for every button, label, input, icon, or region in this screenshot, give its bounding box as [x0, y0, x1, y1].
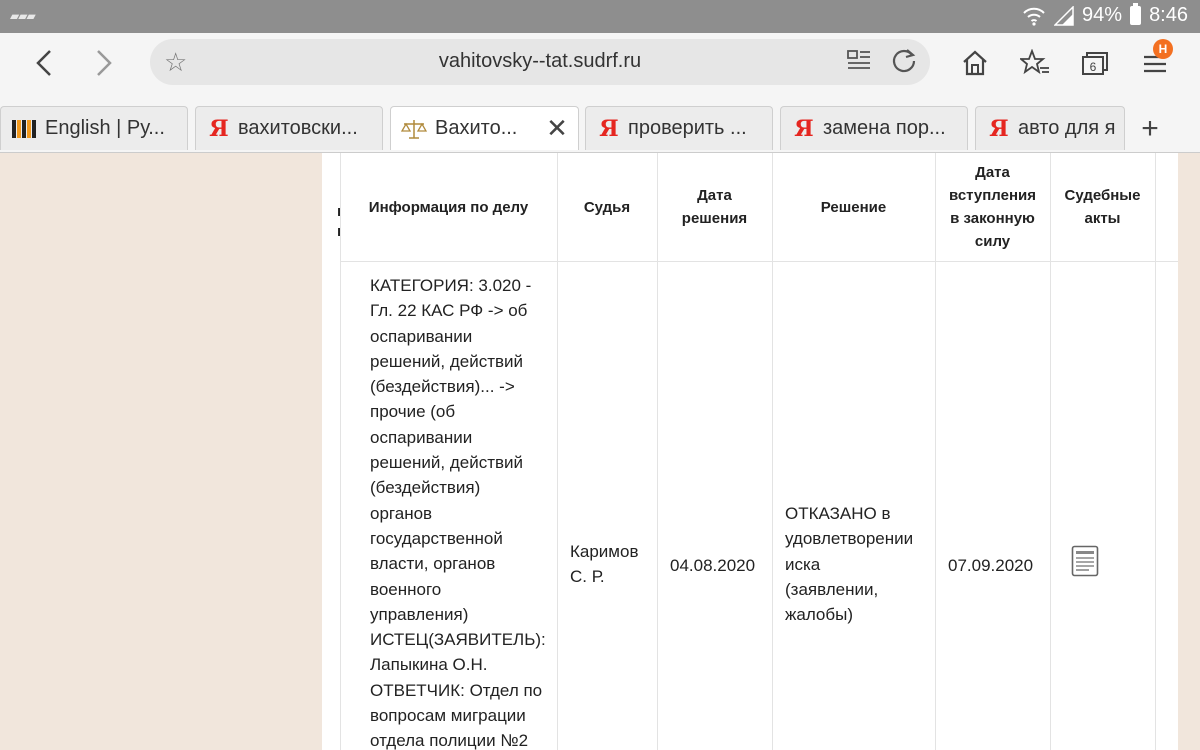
header-court-acts: Судебные акты — [1064, 187, 1141, 227]
forward-button[interactable] — [82, 41, 126, 85]
browser-toolbar: ☆ vahitovsky--tat.sudrf.ru 6 Н — [0, 33, 1200, 97]
tab-yandex-check[interactable]: Я проверить ... — [585, 106, 773, 150]
notification-badge: Н — [1153, 39, 1173, 59]
signal-icon — [1054, 5, 1074, 26]
tabs-icon: 6 — [1082, 52, 1108, 75]
tab-active-court[interactable]: Вахито... ✕ — [390, 106, 579, 150]
address-bar[interactable]: ☆ vahitovsky--tat.sudrf.ru — [150, 39, 930, 85]
status-bar: ▰▰▰ 94% 8:46 — [0, 0, 1200, 33]
tab-english[interactable]: English | Ру... — [0, 106, 188, 150]
menu-button[interactable]: Н — [1135, 39, 1175, 83]
tab-count: 6 — [1090, 60, 1097, 74]
tab-label: вахитовски... — [238, 117, 358, 139]
new-tab-button[interactable]: + — [1130, 109, 1170, 149]
header-effective-date: Дата вступления в законную силу — [948, 164, 1037, 250]
yandex-icon: Я — [209, 115, 229, 142]
tab-yandex-auto[interactable]: Я авто для я — [975, 106, 1125, 150]
url-text[interactable]: vahitovsky--tat.sudrf.ru — [150, 50, 930, 73]
close-tab-icon[interactable]: ✕ — [542, 113, 572, 144]
case-table: ı ı Информация по делу Судья Датарешения… — [322, 153, 1178, 750]
tab-label: авто для я — [1018, 117, 1116, 139]
wifi-icon — [1023, 7, 1045, 26]
chevron-right-icon — [97, 50, 112, 76]
judge-cell: Каримов С. Р. — [570, 542, 639, 587]
tab-label: замена пор... — [823, 117, 946, 139]
star-list-icon — [1020, 49, 1049, 75]
tab-strip: English | Ру... Я вахитовски... Вахито..… — [0, 97, 1200, 153]
tab-label: Вахито... — [435, 117, 518, 139]
notification-icon: ▰▰▰ — [10, 9, 36, 23]
header-decision: Решение — [820, 198, 887, 216]
reload-icon[interactable] — [890, 47, 918, 75]
tab-label: проверить ... — [628, 117, 747, 139]
reader-mode-icon[interactable] — [847, 49, 871, 73]
battery-level: 94% — [1082, 4, 1123, 26]
bookmarks-button[interactable] — [1015, 43, 1055, 83]
decision-cell: ОТКАЗАНО в удовлетворении иска (заявлени… — [785, 504, 914, 625]
header-case-info: Информация по делу — [368, 198, 529, 216]
header-judge: Судья — [583, 198, 631, 216]
ribbon-favicon-icon — [12, 119, 36, 138]
yandex-icon: Я — [794, 115, 814, 142]
tabs-button[interactable]: 6 — [1075, 43, 1115, 83]
tab-label: English | Ру... — [45, 117, 165, 139]
home-button[interactable] — [955, 43, 995, 83]
battery-icon — [1130, 3, 1142, 25]
home-icon — [963, 50, 987, 76]
chevron-left-icon — [36, 50, 51, 76]
scales-favicon-icon — [401, 119, 427, 139]
back-button[interactable] — [22, 41, 66, 85]
yandex-icon: Я — [989, 115, 1009, 142]
page-content: ı ı Информация по делу Судья Датарешения… — [0, 153, 1200, 750]
decision-date-cell: 04.08.2020 — [670, 556, 756, 575]
document-icon[interactable] — [1071, 545, 1099, 577]
effective-date-cell: 07.09.2020 — [948, 556, 1034, 575]
tab-yandex-replace[interactable]: Я замена пор... — [780, 106, 968, 150]
tab-yandex-vahitovsky[interactable]: Я вахитовски... — [195, 106, 383, 150]
clock: 8:46 — [1149, 4, 1188, 26]
case-info-cell: КАТЕГОРИЯ: 3.020 - Гл. 22 КАС РФ -> об о… — [370, 276, 546, 750]
header-decision-date: Дата решения — [681, 187, 748, 227]
yandex-icon: Я — [599, 115, 619, 142]
